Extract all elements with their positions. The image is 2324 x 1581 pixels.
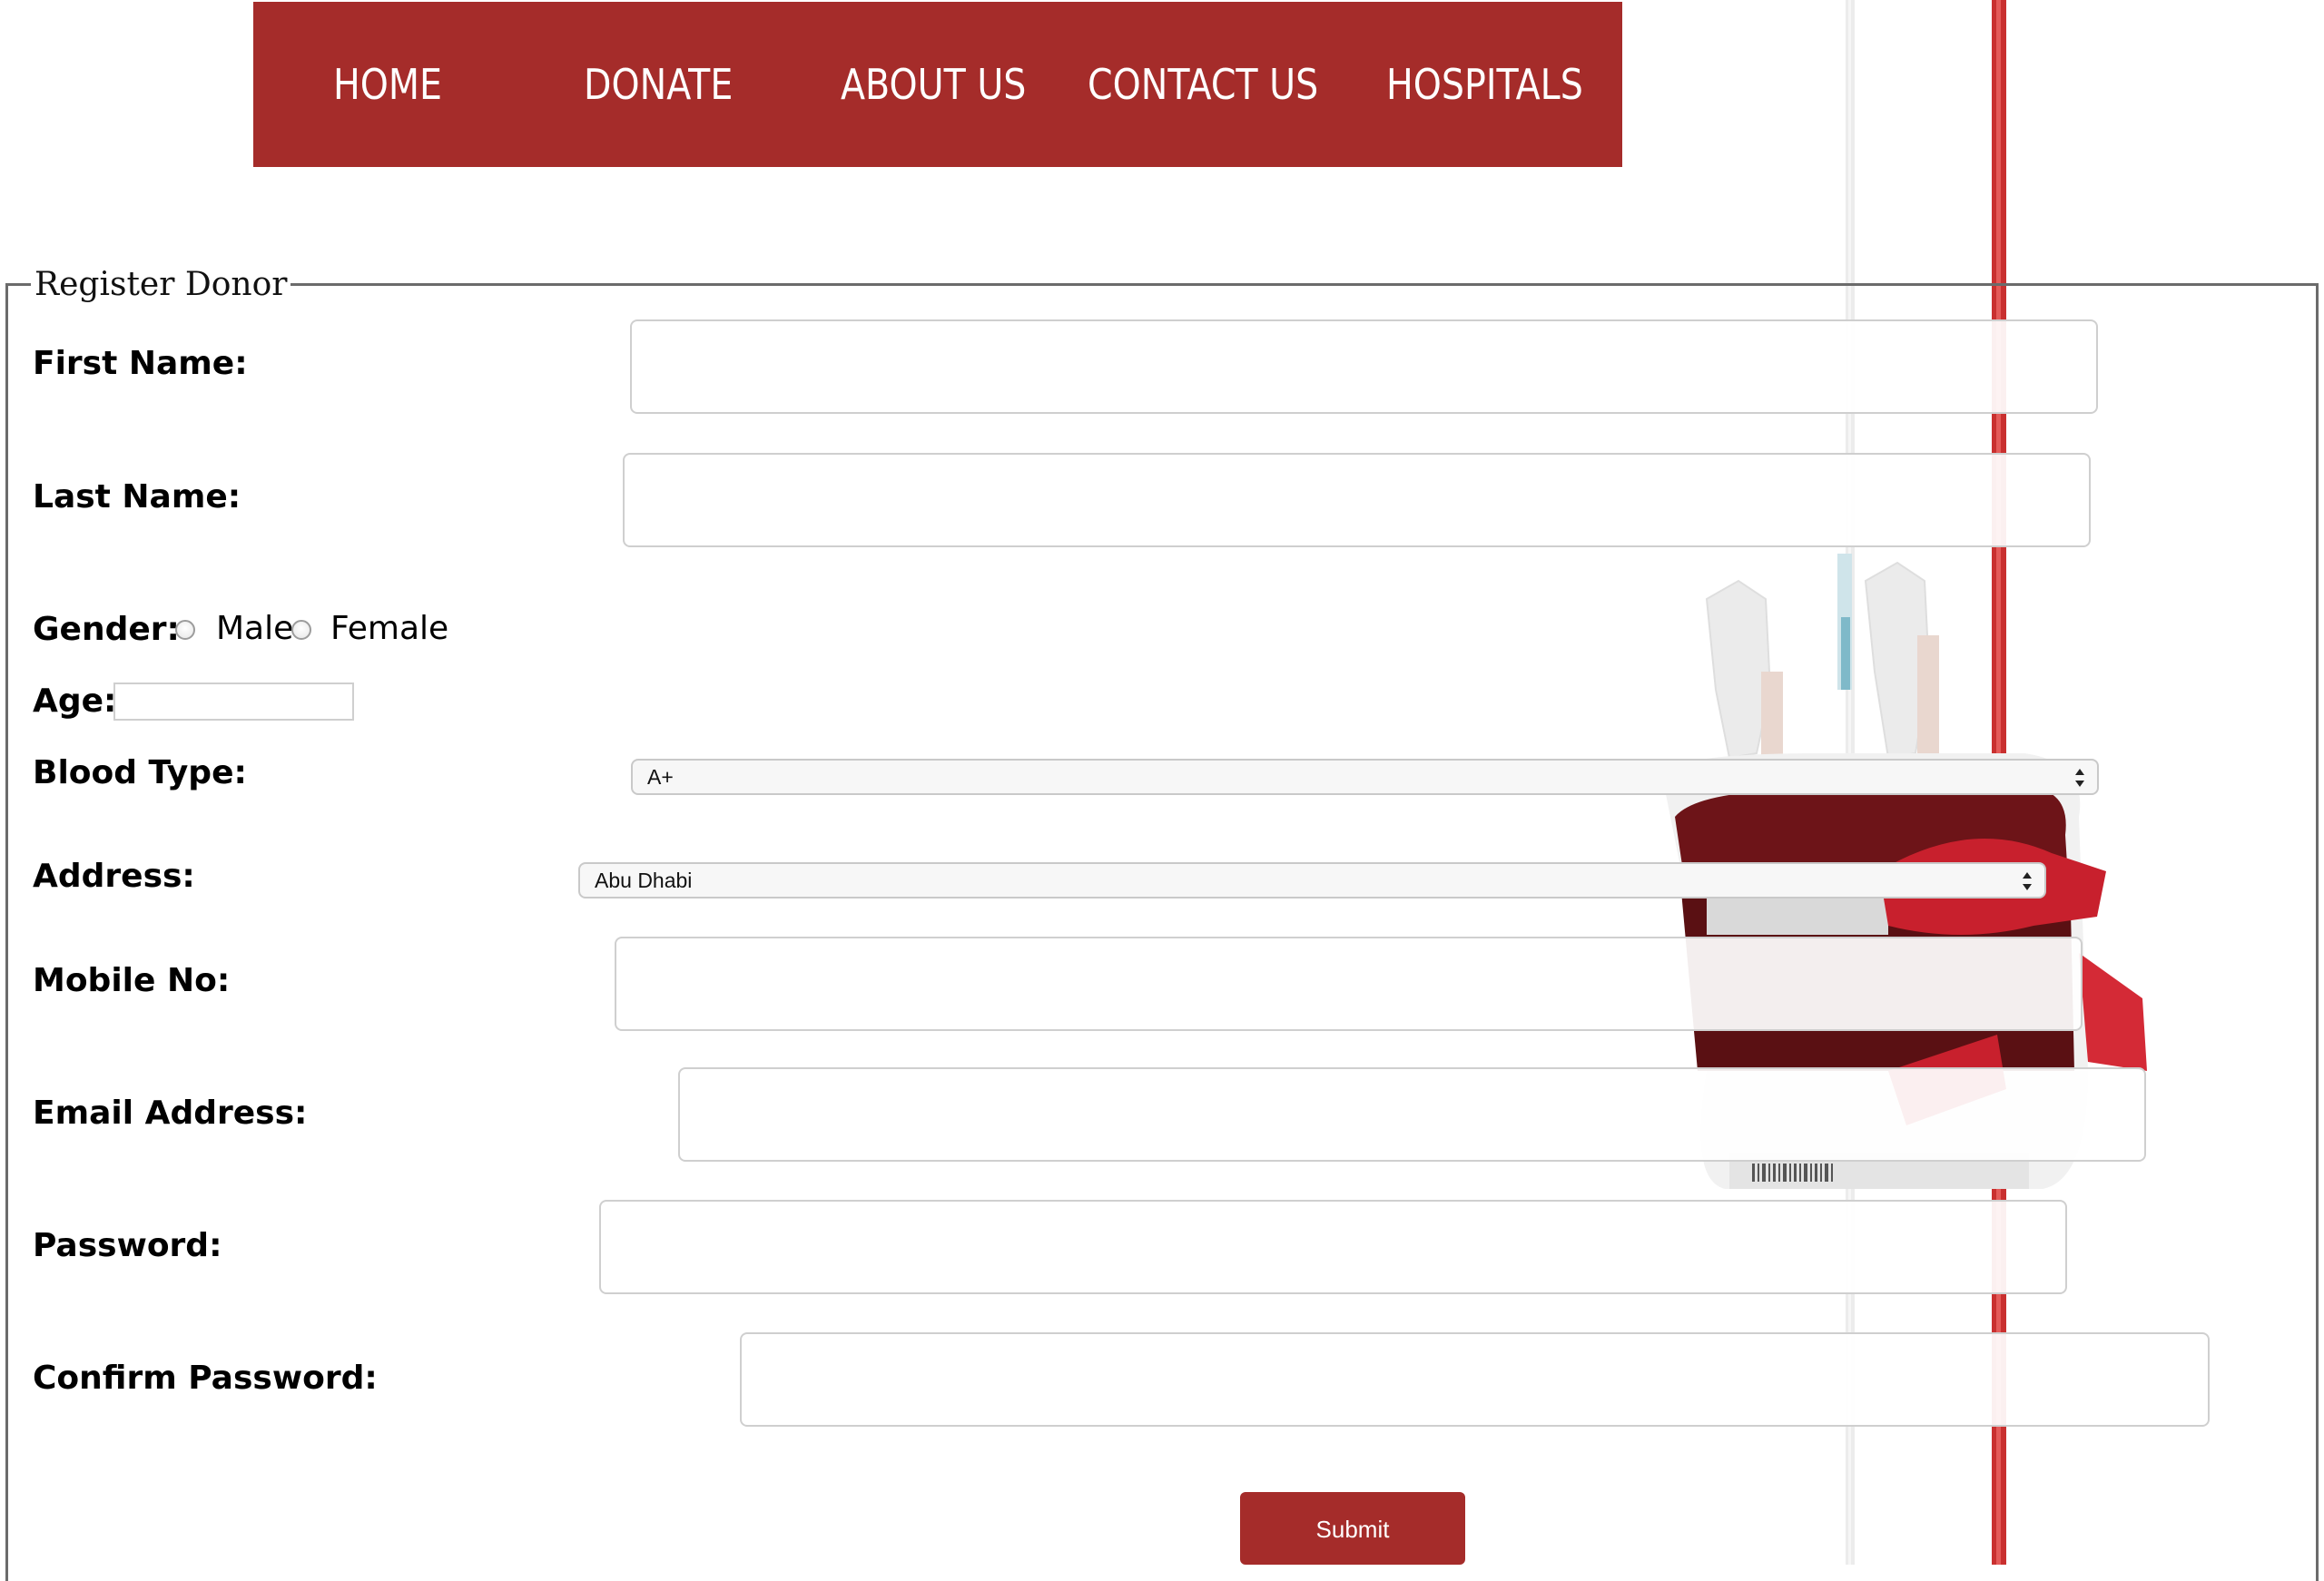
password-label: Password: [33,1227,222,1264]
address-select[interactable]: Abu Dhabi [578,862,2046,899]
mobile-label: Mobile No: [33,962,231,999]
nav-hospitals[interactable]: HOSPITALS [1386,2,1583,167]
main-nav: HOME DONATE ABOUT US CONTACT US HOSPITAL… [253,2,1622,167]
blood-type-label: Blood Type: [33,754,247,791]
confirm-password-label: Confirm Password: [33,1360,378,1397]
nav-home[interactable]: HOME [333,2,442,167]
address-selected-value: Abu Dhabi [595,869,693,892]
nav-donate[interactable]: DONATE [584,2,733,167]
gender-female-radio[interactable] [291,620,311,640]
first-name-label: First Name: [33,345,248,382]
last-name-input[interactable] [623,453,2091,547]
email-label: Email Address: [33,1095,308,1132]
select-arrows-icon [2075,769,2084,787]
address-label: Address: [33,858,195,895]
gender-male-label: Male [216,610,294,647]
last-name-label: Last Name: [33,478,241,516]
gender-female-label: Female [330,610,449,647]
submit-button[interactable]: Submit [1240,1492,1465,1565]
nav-about-us[interactable]: ABOUT US [841,2,1026,167]
select-arrows-icon [2023,872,2032,890]
first-name-input[interactable] [630,319,2098,414]
blood-type-selected-value: A+ [647,765,674,789]
gender-label: Gender: [33,611,180,648]
gender-male-radio[interactable] [175,620,195,640]
password-input[interactable] [599,1200,2067,1294]
age-label: Age: [33,682,117,720]
mobile-input[interactable] [615,937,2083,1031]
confirm-password-input[interactable] [740,1332,2210,1427]
email-input[interactable] [678,1067,2146,1162]
fieldset-legend: Register Donor [31,265,291,305]
nav-contact-us[interactable]: CONTACT US [1088,2,1318,167]
age-input[interactable] [113,682,354,721]
blood-type-select[interactable]: A+ [631,759,2099,795]
